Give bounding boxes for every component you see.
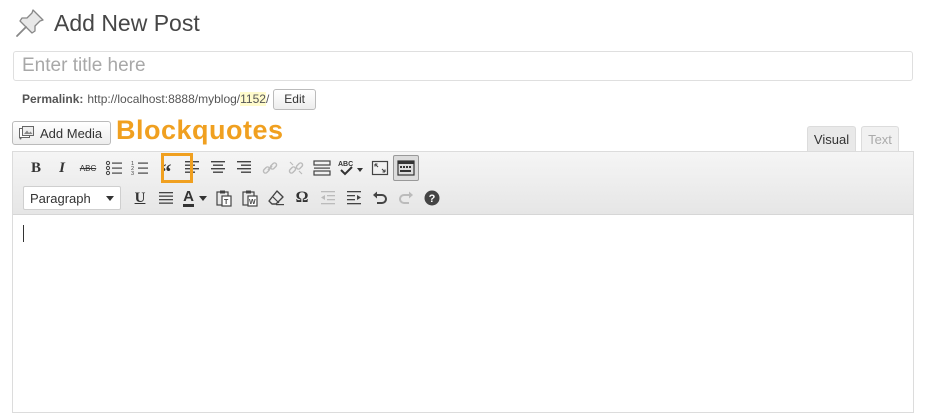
format-select-value: Paragraph: [30, 190, 91, 206]
blockquotes-annotation: Blockquotes: [116, 115, 284, 145]
toolbar-row-1: B I ABC 123 “ ABC: [23, 155, 419, 183]
paste-text-icon[interactable]: T: [211, 185, 237, 211]
post-title-input[interactable]: [13, 51, 913, 81]
paragraph-format-select[interactable]: Paragraph: [23, 186, 121, 210]
pushpin-icon: [14, 7, 46, 39]
blockquote-icon[interactable]: “: [153, 155, 179, 183]
outdent-icon[interactable]: [315, 185, 341, 211]
align-center-icon[interactable]: [205, 155, 231, 181]
strikethrough-icon[interactable]: ABC: [75, 155, 101, 181]
numbered-list-icon[interactable]: 123: [127, 155, 153, 181]
align-right-icon[interactable]: [231, 155, 257, 181]
svg-text:T: T: [224, 199, 229, 206]
permalink-row: Permalink: http://localhost:8888/myblog/…: [22, 88, 316, 110]
editor-content-area[interactable]: [13, 215, 913, 413]
post-editor: B I ABC 123 “ ABC Paragraph U A T W Ω ?: [12, 151, 914, 413]
justify-icon[interactable]: [153, 185, 179, 211]
redo-icon[interactable]: [393, 185, 419, 211]
editor-toolbar: B I ABC 123 “ ABC Paragraph U A T W Ω ?: [13, 152, 913, 215]
chevron-down-icon: [106, 195, 114, 201]
text-cursor: [23, 225, 24, 242]
underline-icon[interactable]: U: [127, 185, 153, 211]
text-color-dropdown-icon: [198, 195, 207, 201]
special-character-icon[interactable]: Ω: [289, 185, 315, 211]
bold-icon[interactable]: B: [23, 155, 49, 181]
help-glyph: ?: [429, 193, 436, 205]
add-media-button[interactable]: Add Media: [12, 121, 112, 145]
permalink-trailing-slash: /: [265, 92, 270, 106]
spellcheck-icon[interactable]: ABC: [335, 155, 367, 181]
svg-text:W: W: [249, 199, 256, 206]
align-left-icon[interactable]: [179, 155, 205, 181]
page-title: Add New Post: [54, 9, 200, 36]
tab-visual[interactable]: Visual: [807, 126, 856, 152]
media-icon: [19, 126, 35, 140]
indent-icon[interactable]: [341, 185, 367, 211]
undo-icon[interactable]: [367, 185, 393, 211]
fullscreen-icon[interactable]: [367, 155, 393, 181]
paste-word-icon[interactable]: W: [237, 185, 263, 211]
permalink-edit-button[interactable]: Edit: [273, 88, 316, 110]
insert-link-icon[interactable]: [257, 155, 283, 181]
italic-icon[interactable]: I: [49, 155, 75, 181]
remove-link-icon[interactable]: [283, 155, 309, 181]
kitchen-sink-icon[interactable]: [393, 155, 419, 181]
toolbar-row-2: Paragraph U A T W Ω ?: [23, 185, 445, 211]
svg-text:3: 3: [131, 171, 134, 177]
help-icon[interactable]: ?: [419, 185, 445, 211]
bullet-list-icon[interactable]: [101, 155, 127, 181]
add-media-label: Add Media: [40, 125, 103, 141]
tab-text[interactable]: Text: [861, 126, 899, 152]
page-header: Add New Post: [14, 6, 200, 40]
permalink-base-url: http://localhost:8888/myblog/: [87, 92, 241, 106]
clear-formatting-icon[interactable]: [263, 185, 289, 211]
permalink-post-id[interactable]: 1152: [240, 92, 266, 106]
permalink-label: Permalink:: [22, 92, 84, 106]
read-more-icon[interactable]: [309, 155, 335, 181]
text-color-icon[interactable]: A: [179, 185, 211, 211]
